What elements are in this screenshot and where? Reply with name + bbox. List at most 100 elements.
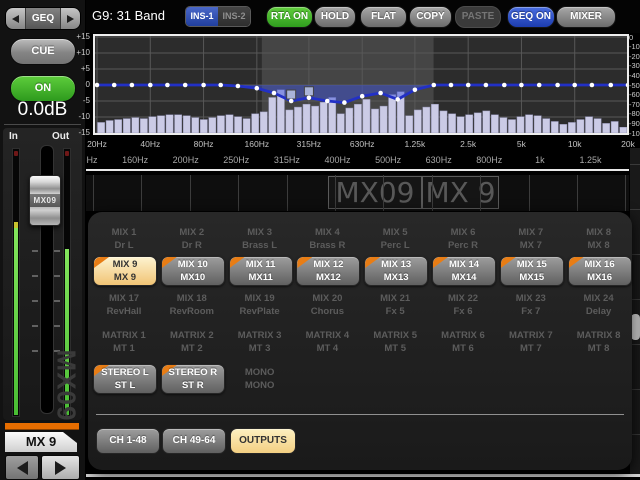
- fader-knob[interactable]: MX09: [29, 175, 61, 226]
- rta-bar: [423, 107, 430, 133]
- geq-band-handle[interactable]: [537, 83, 542, 88]
- fader-scale-tick: [32, 325, 38, 327]
- rta-bar: [200, 120, 207, 133]
- channel-label-mix-6: MIX 6Perc R: [432, 226, 494, 252]
- channel-button-mix-12[interactable]: MIX 12MX12: [296, 256, 360, 286]
- topbar-button-paste[interactable]: PASTE: [455, 6, 501, 28]
- channel-button-mix-16[interactable]: MIX 16MX16: [568, 256, 632, 286]
- geq-band-handle[interactable]: [519, 83, 524, 88]
- geq-nav-label: GEQ: [25, 8, 61, 29]
- rta-bar: [234, 117, 241, 133]
- tab-outputs[interactable]: OUTPUTS: [230, 428, 296, 454]
- scrollbar-handle[interactable]: [631, 314, 640, 340]
- rta-bar: [363, 99, 370, 133]
- channel-label-mix-3: MIX 3Brass L: [229, 226, 291, 252]
- geq-band-handle[interactable]: [609, 83, 614, 88]
- channel-button-mix-11[interactable]: MIX 11MX11: [229, 256, 293, 286]
- channel-label-matrix-1: MATRIX 1MT 1: [93, 329, 155, 355]
- geq-band-handle[interactable]: [378, 91, 383, 96]
- channel-button-mix-15[interactable]: MIX 15MX15: [500, 256, 564, 286]
- right-axis-tick: -40: [629, 71, 640, 80]
- geq-band-handle[interactable]: [572, 83, 577, 88]
- geq-band-handle[interactable]: [555, 83, 560, 88]
- rta-bar: [534, 116, 541, 133]
- rta-bar: [312, 106, 319, 133]
- geq-band-handle[interactable]: [165, 83, 170, 88]
- topbar-button-copy[interactable]: COPY: [409, 6, 452, 28]
- rta-bar: [175, 115, 182, 133]
- rta-bar: [149, 117, 156, 133]
- right-axis-tick: -80: [629, 109, 640, 118]
- tab-ch-1-48[interactable]: CH 1-48: [96, 428, 160, 454]
- channel-button-mix-14[interactable]: MIX 14MX14: [432, 256, 496, 286]
- topbar-button-hold[interactable]: HOLD: [314, 6, 356, 28]
- geq-band-handle[interactable]: [289, 99, 294, 104]
- channel-button-mix-9[interactable]: MIX 9MX 9: [93, 256, 157, 286]
- geq-band-handle[interactable]: [218, 83, 223, 88]
- popup-divider: [96, 414, 624, 415]
- geq-band-handle[interactable]: [148, 83, 153, 88]
- rta-bar: [260, 112, 267, 133]
- topbar-button-flat[interactable]: FLAT: [360, 6, 407, 28]
- geq-band-handle[interactable]: [236, 84, 241, 89]
- band-strip-label: 200Hz: [164, 155, 208, 165]
- geq-band-handle[interactable]: [466, 83, 471, 88]
- topbar-button-mixer[interactable]: MIXER: [556, 6, 616, 28]
- geq-band-fader-handle[interactable]: [304, 87, 313, 96]
- geq-band-handle[interactable]: [112, 83, 117, 88]
- geq-band-handle[interactable]: [307, 96, 312, 101]
- geq-band-fader-handle[interactable]: [287, 90, 296, 99]
- geq-band-handle[interactable]: [183, 83, 188, 88]
- geq-band-handle[interactable]: [272, 91, 277, 96]
- channel-label-mix-5: MIX 5Perc L: [364, 226, 426, 252]
- geq-band-handle[interactable]: [484, 83, 489, 88]
- tab-ch-49-64[interactable]: CH 49-64: [162, 428, 226, 454]
- geq-band-handle[interactable]: [360, 94, 365, 99]
- geq-band-handle[interactable]: [342, 100, 347, 105]
- geq-prev-button[interactable]: [6, 8, 25, 29]
- fader-scale-tick: [54, 300, 60, 302]
- geq-band-handle[interactable]: [395, 97, 400, 102]
- rta-bar: [440, 111, 447, 133]
- tab-ins-2[interactable]: INS-2: [218, 7, 250, 26]
- channel-label-mix-8: MIX 8MX 8: [568, 226, 630, 252]
- fader-knob-label: MX09: [30, 194, 60, 207]
- fader-scale-tick: [32, 350, 38, 352]
- geq-next-button[interactable]: [61, 8, 80, 29]
- left-axis-tick: +15: [64, 32, 90, 41]
- rta-bar: [500, 118, 507, 133]
- geq-band-handle[interactable]: [502, 83, 507, 88]
- topbar-button-rta-on[interactable]: RTA ON: [266, 6, 313, 28]
- rta-bar: [346, 108, 353, 133]
- page-title: G9: 31 Band: [92, 8, 165, 23]
- channel-button-stereo-r[interactable]: STEREO RST R: [161, 364, 225, 394]
- geq-band-handle[interactable]: [255, 86, 260, 91]
- freq-axis-label: 2.5k: [446, 139, 490, 149]
- topbar-button-geq-on[interactable]: GEQ ON: [507, 6, 555, 28]
- prev-channel-button[interactable]: [5, 455, 39, 480]
- channel-button-mix-10[interactable]: MIX 10MX10: [161, 256, 225, 286]
- geq-band-handle[interactable]: [449, 83, 454, 88]
- geq-band-handle[interactable]: [590, 83, 595, 88]
- rta-bar: [466, 115, 473, 133]
- freq-axis-label: 1.25k: [393, 139, 437, 149]
- band-strip-label: 315Hz: [265, 155, 309, 165]
- stagemix-geq-screen: G9: 31 Band INS-1INS-2 RTA ONHOLDFLATCOP…: [0, 0, 640, 480]
- band-strip-label: 160Hz: [113, 155, 157, 165]
- rta-bar: [568, 122, 575, 133]
- channel-button-stereo-l[interactable]: STEREO LST L: [93, 364, 157, 394]
- channel-label-mix-1: MIX 1Dr L: [93, 226, 155, 252]
- fader-scale-tick: [32, 250, 38, 252]
- geq-band-handle[interactable]: [130, 83, 135, 88]
- fader-scale-tick: [54, 325, 60, 327]
- fader-scale-tick: [54, 250, 60, 252]
- geq-band-handle[interactable]: [432, 83, 437, 88]
- geq-band-handle[interactable]: [95, 83, 100, 88]
- channel-label-mix-4: MIX 4Brass R: [296, 226, 358, 252]
- geq-band-handle[interactable]: [413, 88, 418, 93]
- geq-band-handle[interactable]: [325, 99, 330, 104]
- channel-button-mix-13[interactable]: MIX 13MX13: [364, 256, 428, 286]
- geq-band-handle[interactable]: [201, 83, 206, 88]
- tab-ins-1[interactable]: INS-1: [186, 7, 218, 26]
- next-channel-button[interactable]: [41, 455, 80, 480]
